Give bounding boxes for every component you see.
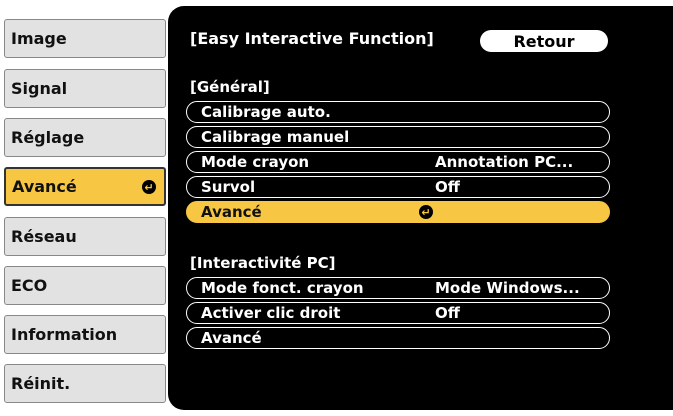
sidebar-item-label: Avancé: [12, 177, 77, 196]
enter-icon: ↵: [142, 180, 156, 194]
sidebar-item-label: Information: [11, 325, 118, 344]
row-label: Calibrage manuel: [201, 128, 350, 146]
row-value: Off: [435, 304, 460, 322]
sidebar-item-avance[interactable]: Avancé ↵: [4, 167, 166, 206]
row-label: Avancé: [201, 329, 262, 347]
row-label: Mode fonct. crayon: [201, 279, 364, 297]
enter-icon: ↵: [419, 205, 433, 219]
panel-title: [Easy Interactive Function]: [190, 29, 434, 48]
row-label: Mode crayon: [201, 153, 310, 171]
menu-row-avance-general[interactable]: Avancé ↵: [186, 201, 610, 223]
row-value: Off: [435, 178, 460, 196]
sidebar-item-reglage[interactable]: Réglage: [4, 118, 166, 157]
row-label: Avancé: [201, 203, 262, 221]
menu-row-survol[interactable]: Survol Off: [186, 176, 610, 198]
menu-row-mode-fonct-crayon[interactable]: Mode fonct. crayon Mode Windows...: [186, 277, 610, 299]
sidebar-item-label: Réseau: [11, 227, 77, 246]
sidebar-item-signal[interactable]: Signal: [4, 69, 166, 108]
sidebar-item-label: Réglage: [11, 128, 85, 147]
back-button[interactable]: Retour: [480, 30, 608, 52]
sidebar-item-eco[interactable]: ECO: [4, 266, 166, 305]
menu-row-avance-pc[interactable]: Avancé: [186, 327, 610, 349]
sidebar-item-label: Image: [11, 29, 67, 48]
row-label: Calibrage auto.: [201, 103, 331, 121]
sidebar-item-reinit[interactable]: Réinit.: [4, 364, 166, 403]
row-value: Annotation PC...: [435, 153, 574, 171]
row-label: Survol: [201, 178, 256, 196]
menu-row-calibrage-auto[interactable]: Calibrage auto.: [186, 101, 610, 123]
menu-row-calibrage-manuel[interactable]: Calibrage manuel: [186, 126, 610, 148]
section-heading-interactivite-pc: [Interactivité PC]: [190, 254, 336, 272]
sidebar-menu: Image Signal Réglage Avancé ↵ Réseau ECO …: [0, 0, 178, 416]
sidebar-item-label: ECO: [11, 276, 48, 295]
sidebar-item-image[interactable]: Image: [4, 19, 166, 58]
sidebar-item-information[interactable]: Information: [4, 315, 166, 354]
sidebar-item-label: Réinit.: [11, 374, 71, 393]
menu-row-activer-clic-droit[interactable]: Activer clic droit Off: [186, 302, 610, 324]
section-heading-general: [Général]: [190, 78, 270, 96]
sidebar-item-reseau[interactable]: Réseau: [4, 217, 166, 256]
settings-panel: [Easy Interactive Function] Retour [Géné…: [168, 6, 673, 410]
menu-row-mode-crayon[interactable]: Mode crayon Annotation PC...: [186, 151, 610, 173]
sidebar-item-label: Signal: [11, 79, 68, 98]
row-label: Activer clic droit: [201, 304, 341, 322]
row-value: Mode Windows...: [435, 279, 580, 297]
